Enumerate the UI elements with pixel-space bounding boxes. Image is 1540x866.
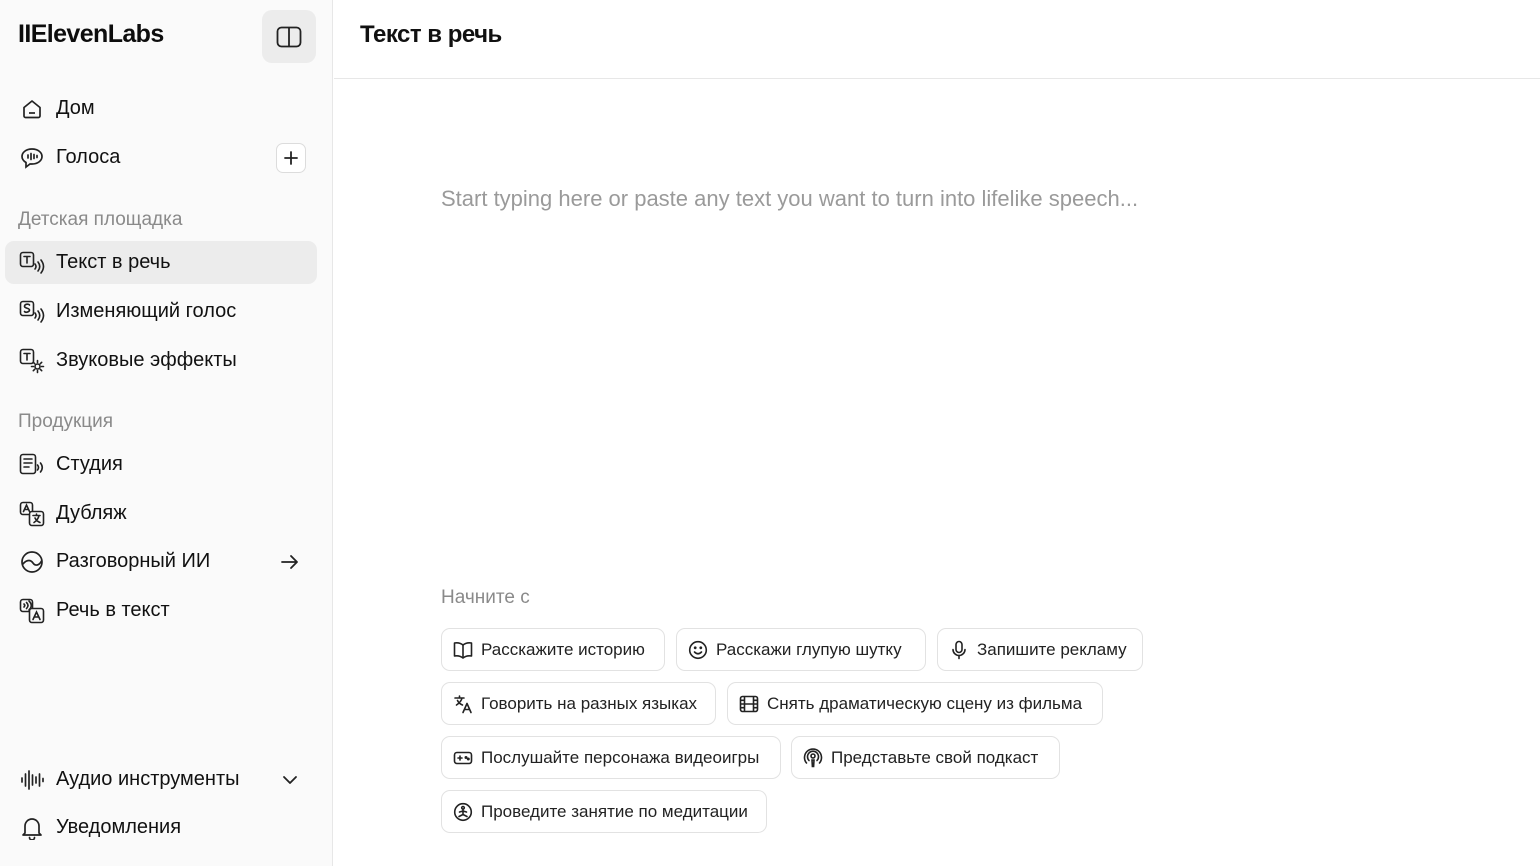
chip-label: Запишите рекламу bbox=[977, 639, 1127, 659]
translate-icon bbox=[453, 694, 473, 714]
chevron-down-icon bbox=[279, 769, 301, 791]
add-voice-button[interactable] bbox=[276, 143, 306, 173]
chip-label: Говорить на разных языках bbox=[481, 693, 698, 713]
sidebar-toggle-icon bbox=[276, 26, 302, 48]
sidebar-item-voices[interactable]: Голоса bbox=[5, 136, 317, 179]
text-to-speech-icon bbox=[19, 250, 45, 276]
gamepad-icon bbox=[453, 748, 473, 768]
chip-label: Послушайте персонажа видеоигры bbox=[481, 747, 760, 767]
section-label-products: Продукция bbox=[18, 411, 114, 432]
chip-label: Представьте свой подкаст bbox=[831, 747, 1039, 767]
suggestion-chip-film-scene[interactable]: Снять драматическую сцену из фильма bbox=[727, 682, 1103, 725]
bell-icon bbox=[19, 815, 45, 841]
book-icon bbox=[453, 640, 473, 660]
studio-icon bbox=[19, 452, 45, 478]
sidebar-toggle-button[interactable] bbox=[262, 10, 316, 63]
page-header: Текст в речь bbox=[334, 0, 1540, 79]
sidebar-item-label: Голоса bbox=[56, 146, 121, 168]
sidebar-item-conversational-ai[interactable]: Разговорный ИИ bbox=[5, 540, 317, 583]
sidebar-item-notifications[interactable]: Уведомления bbox=[5, 806, 317, 849]
sidebar-item-label: Аудио инструменты bbox=[56, 768, 240, 790]
sidebar-item-label: Речь в текст bbox=[56, 599, 170, 621]
sidebar-item-label: Разговорный ИИ bbox=[56, 550, 211, 572]
chip-label: Снять драматическую сцену из фильма bbox=[767, 693, 1083, 713]
sidebar-item-text-to-speech[interactable]: Текст в речь bbox=[5, 241, 317, 284]
dubbing-icon bbox=[19, 501, 45, 527]
sidebar-item-audio-tools[interactable]: Аудио инструменты bbox=[5, 758, 317, 801]
arrow-right-icon bbox=[279, 551, 301, 573]
sidebar-item-label: Дубляж bbox=[56, 502, 127, 524]
sidebar-item-label: Текст в речь bbox=[56, 251, 171, 273]
meditation-icon bbox=[453, 802, 473, 822]
sidebar: IIElevenLabs Дом Голоса Детская площадка… bbox=[0, 0, 333, 866]
suggestion-chip-ad[interactable]: Запишите рекламу bbox=[937, 628, 1143, 671]
podcast-icon bbox=[803, 747, 823, 768]
plus-icon bbox=[284, 151, 298, 165]
suggestion-chip-podcast[interactable]: Представьте свой подкаст bbox=[791, 736, 1060, 779]
conversational-ai-icon bbox=[19, 549, 45, 575]
suggestion-chip-story[interactable]: Расскажите историю bbox=[441, 628, 665, 671]
chip-label: Расскажи глупую шутку bbox=[716, 639, 902, 659]
app-logo[interactable]: IIElevenLabs bbox=[18, 20, 164, 49]
microphone-icon bbox=[949, 640, 969, 660]
chip-label: Проведите занятие по медитации bbox=[481, 801, 748, 821]
sidebar-item-label: Звуковые эффекты bbox=[56, 349, 237, 371]
chip-label: Расскажите историю bbox=[481, 639, 645, 659]
sidebar-item-sound-effects[interactable]: Звуковые эффекты bbox=[5, 339, 317, 382]
audio-tools-icon bbox=[19, 767, 45, 793]
text-input-area[interactable] bbox=[441, 186, 1491, 526]
sidebar-item-label: Дом bbox=[56, 97, 95, 119]
section-label-playground: Детская площадка bbox=[18, 209, 183, 230]
sidebar-item-label: Изменяющий голос bbox=[56, 300, 237, 322]
page-title: Текст в речь bbox=[360, 21, 502, 48]
suggestion-chip-game-character[interactable]: Послушайте персонажа видеоигры bbox=[441, 736, 781, 779]
home-icon bbox=[19, 96, 45, 122]
sidebar-item-home[interactable]: Дом bbox=[5, 87, 317, 130]
suggestion-chip-meditation[interactable]: Проведите занятие по медитации bbox=[441, 790, 767, 833]
sidebar-item-studio[interactable]: Студия bbox=[5, 443, 317, 486]
sidebar-item-voice-changer[interactable]: Изменяющий голос bbox=[5, 290, 317, 333]
sidebar-item-speech-to-text[interactable]: Речь в текст bbox=[5, 589, 317, 632]
suggestion-chip-joke[interactable]: Расскажи глупую шутку bbox=[676, 628, 926, 671]
smiley-icon bbox=[688, 640, 708, 660]
suggestion-chip-languages[interactable]: Говорить на разных языках bbox=[441, 682, 716, 725]
speech-to-text-icon bbox=[19, 598, 45, 624]
suggestions-label: Начните с bbox=[441, 587, 530, 608]
voice-changer-icon bbox=[19, 299, 45, 325]
sidebar-item-label: Уведомления bbox=[56, 816, 182, 838]
voices-icon bbox=[19, 145, 45, 171]
sidebar-item-label: Студия bbox=[56, 453, 123, 475]
sound-effects-icon bbox=[19, 348, 45, 374]
film-icon bbox=[739, 694, 759, 714]
sidebar-item-dubbing[interactable]: Дубляж bbox=[5, 492, 317, 535]
